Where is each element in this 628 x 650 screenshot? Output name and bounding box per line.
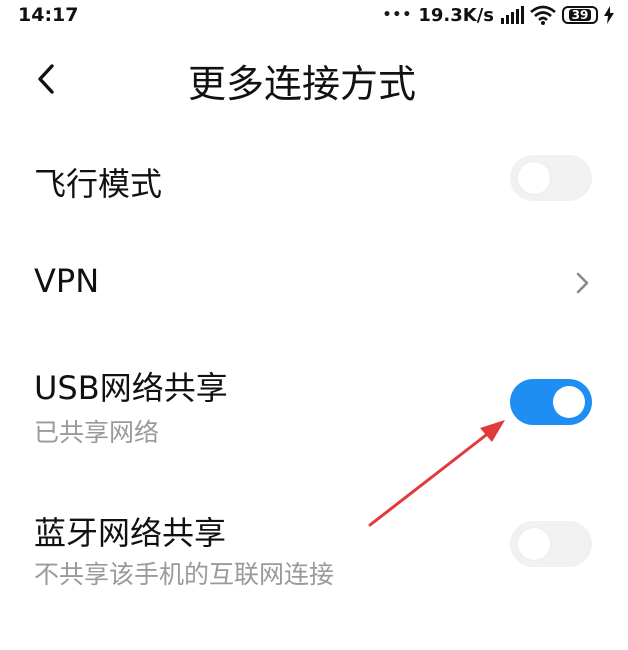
status-icons: ••• 19.3K/s 39 xyxy=(382,2,614,28)
back-button[interactable] xyxy=(30,59,70,99)
bluetooth-tethering-toggle[interactable] xyxy=(510,521,592,567)
toggle-knob xyxy=(518,528,550,560)
usb-tethering-label: USB网络共享 xyxy=(34,369,228,407)
page-title: 更多连接方式 xyxy=(188,62,417,106)
network-speed: 19.3K/s xyxy=(418,4,494,26)
toggle-knob xyxy=(518,162,550,194)
wifi-icon xyxy=(530,5,556,25)
vpn-label: VPN xyxy=(34,262,100,300)
bluetooth-tethering-label: 蓝牙网络共享 xyxy=(34,514,227,552)
back-chevron-icon xyxy=(38,64,54,94)
bluetooth-tethering-subtitle: 不共享该手机的互联网连接 xyxy=(34,560,335,589)
signal-icon xyxy=(501,6,524,24)
status-time: 14:17 xyxy=(18,4,79,26)
airplane-mode-row[interactable]: 飞行模式 xyxy=(0,145,628,225)
usb-tethering-subtitle: 已共享网络 xyxy=(34,418,160,447)
bluetooth-tethering-row[interactable]: 蓝牙网络共享 不共享该手机的互联网连接 xyxy=(0,500,628,600)
status-bar: 14:17 ••• 19.3K/s 39 xyxy=(0,0,628,40)
battery-icon: 39 xyxy=(562,6,598,24)
vpn-row[interactable]: VPN xyxy=(0,245,628,325)
airplane-mode-toggle[interactable] xyxy=(510,155,592,201)
airplane-mode-label: 飞行模式 xyxy=(34,165,163,203)
notification-dots-icon: ••• xyxy=(382,7,413,23)
usb-tethering-toggle[interactable] xyxy=(510,379,592,425)
usb-tethering-row[interactable]: USB网络共享 已共享网络 xyxy=(0,355,628,455)
charging-icon xyxy=(604,6,614,24)
chevron-right-icon xyxy=(576,272,589,294)
header: 更多连接方式 xyxy=(0,45,628,120)
toggle-knob xyxy=(553,386,585,418)
battery-level: 39 xyxy=(568,9,592,21)
